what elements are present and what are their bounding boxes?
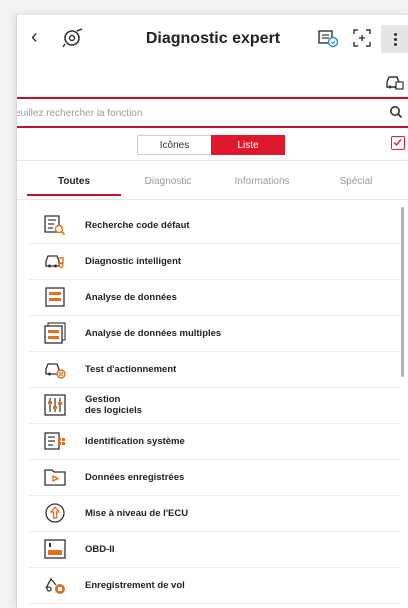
tab-toutes[interactable]: Toutes: [27, 165, 121, 197]
list-item[interactable]: Gestion des logiciels: [17, 387, 401, 423]
list-item-label: Recherche code défaut: [85, 219, 190, 231]
view-toggle-list-button[interactable]: Liste: [211, 135, 285, 155]
tab-special[interactable]: Spécial: [309, 165, 403, 197]
list-scrollbar[interactable]: [401, 207, 404, 377]
actuation-test-icon: [45, 363, 66, 379]
list-item-label: Test d'actionnement: [85, 363, 177, 375]
active-tab-indicator: [27, 194, 121, 196]
recorded-data-icon: [44, 469, 66, 486]
multi-data-stream-icon: [44, 322, 66, 344]
cloud-report-icon[interactable]: [317, 27, 339, 49]
list-item[interactable]: Analyse de données: [17, 279, 401, 315]
list-item[interactable]: Mise à niveau de l'ECU: [17, 495, 401, 531]
list-item[interactable]: Analyse de données multiples: [17, 315, 401, 351]
ecu-upgrade-icon: [45, 503, 65, 523]
list-item-label: Identification système: [85, 435, 185, 447]
list-item[interactable]: Données enregistrées: [17, 459, 401, 495]
obd-ii-icon: [44, 539, 66, 559]
list-item[interactable]: Diagnostic intelligent: [17, 243, 401, 279]
search-icon[interactable]: [389, 105, 403, 119]
search-input[interactable]: [17, 101, 387, 125]
list-item[interactable]: Enregistrement de vol: [17, 567, 401, 603]
list-item-label: Mise à niveau de l'ECU: [85, 507, 189, 519]
page-title: Diagnostic expert: [145, 30, 281, 47]
search-top-border: [17, 97, 408, 99]
list-item-label: OBD-II: [85, 543, 115, 555]
list-item[interactable]: Identification système: [17, 423, 401, 459]
list-item[interactable]: OBD-II: [17, 531, 401, 567]
more-options-icon[interactable]: [381, 25, 408, 53]
list-item-label: Analyse de données: [85, 291, 177, 303]
view-toggle-icons-button[interactable]: Icônes: [137, 135, 211, 155]
category-tabs: Toutes Diagnostic Informations Spécial: [17, 165, 408, 197]
screenshot-icon[interactable]: [351, 27, 373, 49]
software-management-icon: [44, 394, 66, 416]
list-item-label: Données enregistrées: [85, 471, 185, 483]
list-item-label: Gestion des logiciels: [85, 394, 143, 416]
list-item[interactable]: Test d'actionnement: [17, 351, 401, 387]
fault-code-search-icon: [44, 215, 66, 236]
toggle-divider: [17, 160, 408, 161]
data-stream-icon: [45, 287, 65, 307]
tab-diagnostic[interactable]: Diagnostic: [121, 165, 215, 197]
select-checkbox[interactable]: [391, 136, 405, 150]
list-item-label: Analyse de données multiples: [85, 327, 222, 339]
app-window: ‹ Diagnostic expert Veuillez rechercher …: [16, 14, 408, 608]
flight-record-icon: [45, 577, 65, 594]
search-bar[interactable]: [17, 101, 408, 125]
header-bar: ‹ Diagnostic expert: [17, 15, 408, 63]
tabs-divider: [17, 199, 408, 200]
smart-diagnosis-icon: [45, 255, 64, 269]
checkmark-icon: [393, 139, 402, 147]
list-item[interactable]: Recherche code défaut: [17, 207, 401, 243]
list-item-label: Enregistrement de vol: [85, 579, 185, 591]
search-bottom-border: [17, 126, 408, 128]
row-separator: [29, 603, 401, 604]
tab-informations[interactable]: Informations: [215, 165, 309, 197]
vehicle-info-icon[interactable]: [384, 73, 404, 91]
list-item-label: Diagnostic intelligent: [85, 255, 182, 267]
system-identification-icon: [44, 432, 65, 450]
